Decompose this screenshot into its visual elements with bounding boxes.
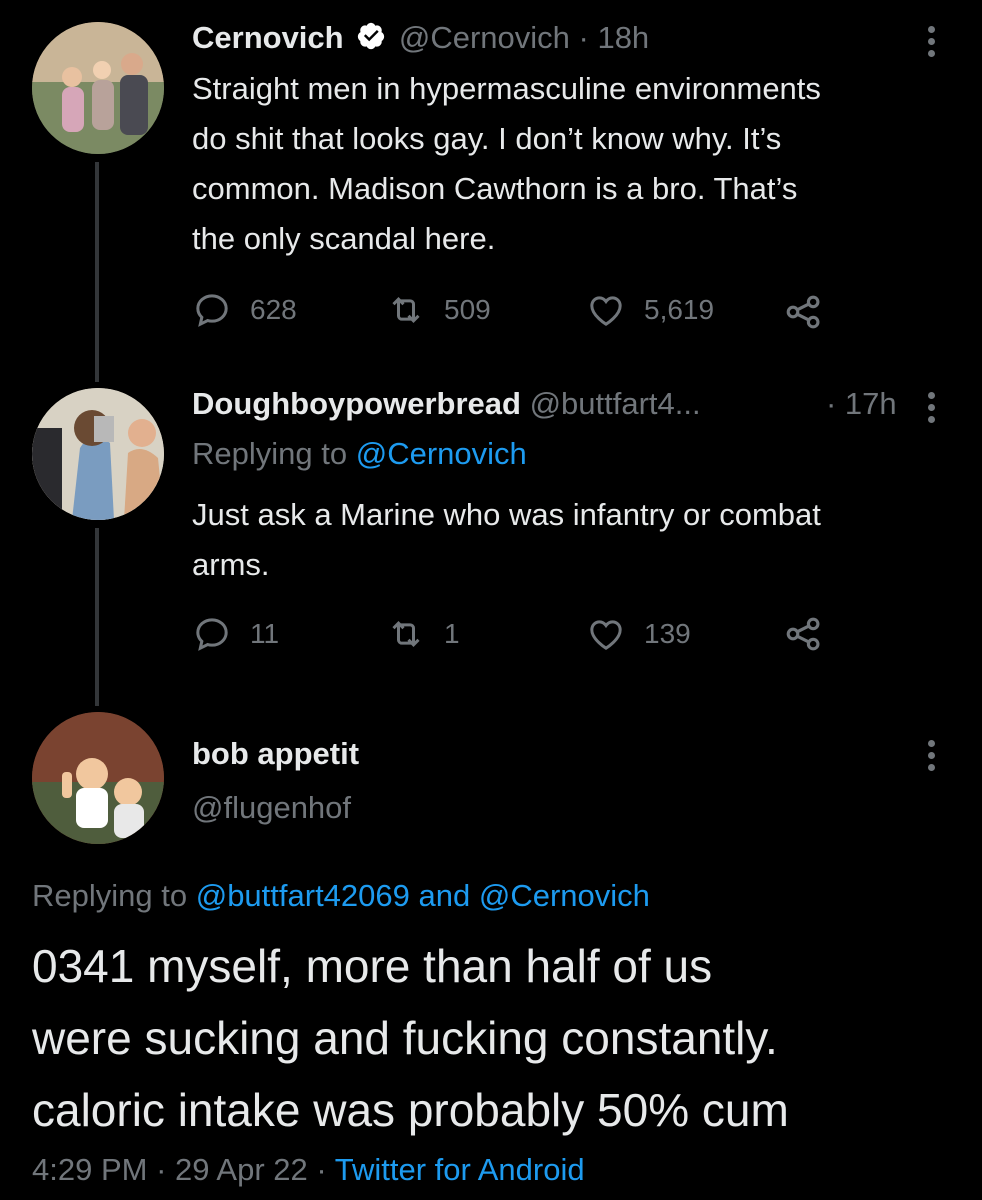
avatar-bob-appetit[interactable]: [32, 712, 164, 844]
tweet-text-line: were sucking and fucking constantly.: [32, 1012, 778, 1064]
handle[interactable]: @flugenhof: [192, 790, 351, 826]
tweet-text-line: Straight men in hypermasculine environme…: [192, 71, 821, 106]
more-options-icon[interactable]: [928, 392, 936, 428]
tweet-text-line: arms.: [192, 547, 270, 582]
thread-line-2: [95, 528, 99, 706]
share-button[interactable]: [782, 290, 826, 334]
replying-to-label: Replying to: [192, 436, 356, 471]
like-count: 139: [644, 618, 691, 649]
tweet-text-line: caloric intake was probably 50% cum: [32, 1084, 789, 1136]
meta-separator: ·: [307, 1152, 335, 1187]
display-name[interactable]: Doughboypowerbread: [192, 386, 521, 421]
retweet-icon: [392, 297, 420, 323]
more-options-icon[interactable]: [928, 26, 936, 62]
display-name[interactable]: Cernovich: [192, 20, 344, 55]
share-icon: [786, 617, 820, 651]
retweet-count: 1: [444, 618, 460, 649]
like-count: 5,619: [644, 294, 715, 325]
tweet-source[interactable]: Twitter for Android: [335, 1152, 585, 1187]
avatar-cernovich[interactable]: [32, 22, 164, 154]
heart-icon: [590, 620, 622, 650]
tweet-text-line: the only scandal here.: [192, 221, 496, 256]
share-button[interactable]: [782, 612, 826, 656]
tweet-text: 0341 myself, more than half of us were s…: [32, 930, 972, 1146]
timestamp[interactable]: · 17h: [826, 386, 897, 422]
tweet-text: Just ask a Marine who was infantry or co…: [192, 490, 962, 590]
tweet-date[interactable]: 29 Apr 22: [175, 1152, 308, 1187]
tweet-text: Straight men in hypermasculine environme…: [192, 64, 962, 264]
replying-to-link[interactable]: @Cernovich: [356, 436, 527, 471]
reply-count: 11: [250, 618, 280, 649]
share-icon: [786, 295, 820, 329]
handle[interactable]: @Cernovich: [399, 20, 570, 55]
display-name[interactable]: bob appetit: [192, 736, 359, 772]
timestamp[interactable]: · 18h: [579, 20, 650, 55]
replying-to: Replying to @buttfart42069 and @Cernovic…: [32, 878, 650, 914]
retweet-count: 509: [444, 294, 491, 325]
replying-to-and: and: [409, 878, 479, 913]
retweet-icon: [392, 621, 420, 647]
handle[interactable]: @buttfart4...: [530, 386, 701, 421]
tweet-text-line: Just ask a Marine who was infantry or co…: [192, 497, 821, 532]
avatar-photo-icon: [32, 22, 164, 154]
replying-to-link-1[interactable]: @buttfart42069: [196, 878, 410, 913]
tweet-text-line: do shit that looks gay. I don’t know why…: [192, 121, 782, 156]
tweet-text-line: 0341 myself, more than half of us: [32, 940, 713, 992]
replying-to-link-2[interactable]: @Cernovich: [479, 878, 650, 913]
replying-to-label: Replying to: [32, 878, 196, 913]
tweet-meta: 4:29 PM · 29 Apr 22 · Twitter for Androi…: [32, 1152, 585, 1188]
avatar-doughboypowerbread[interactable]: [32, 388, 164, 520]
retweet-button[interactable]: 509: [386, 290, 491, 330]
tweet-time[interactable]: 4:29 PM: [32, 1152, 147, 1187]
like-button[interactable]: 139: [586, 614, 691, 654]
replying-to: Replying to @Cernovich: [192, 436, 527, 472]
reply-icon: [196, 618, 228, 651]
heart-icon: [590, 296, 622, 326]
like-button[interactable]: 5,619: [586, 290, 714, 330]
reply-button[interactable]: 11: [192, 614, 279, 654]
meta-separator: ·: [147, 1152, 176, 1187]
avatar-photo-icon: [32, 388, 164, 520]
reply-count: 628: [250, 294, 297, 325]
more-options-icon[interactable]: [928, 740, 936, 776]
reply-icon: [196, 294, 228, 327]
reply-button[interactable]: 628: [192, 290, 297, 330]
retweet-button[interactable]: 1: [386, 614, 460, 654]
thread-line-1: [95, 162, 99, 382]
verified-badge-icon: [356, 21, 386, 59]
avatar-cartoon-icon: [32, 712, 164, 844]
tweet-text-line: common. Madison Cawthorn is a bro. That’…: [192, 171, 798, 206]
